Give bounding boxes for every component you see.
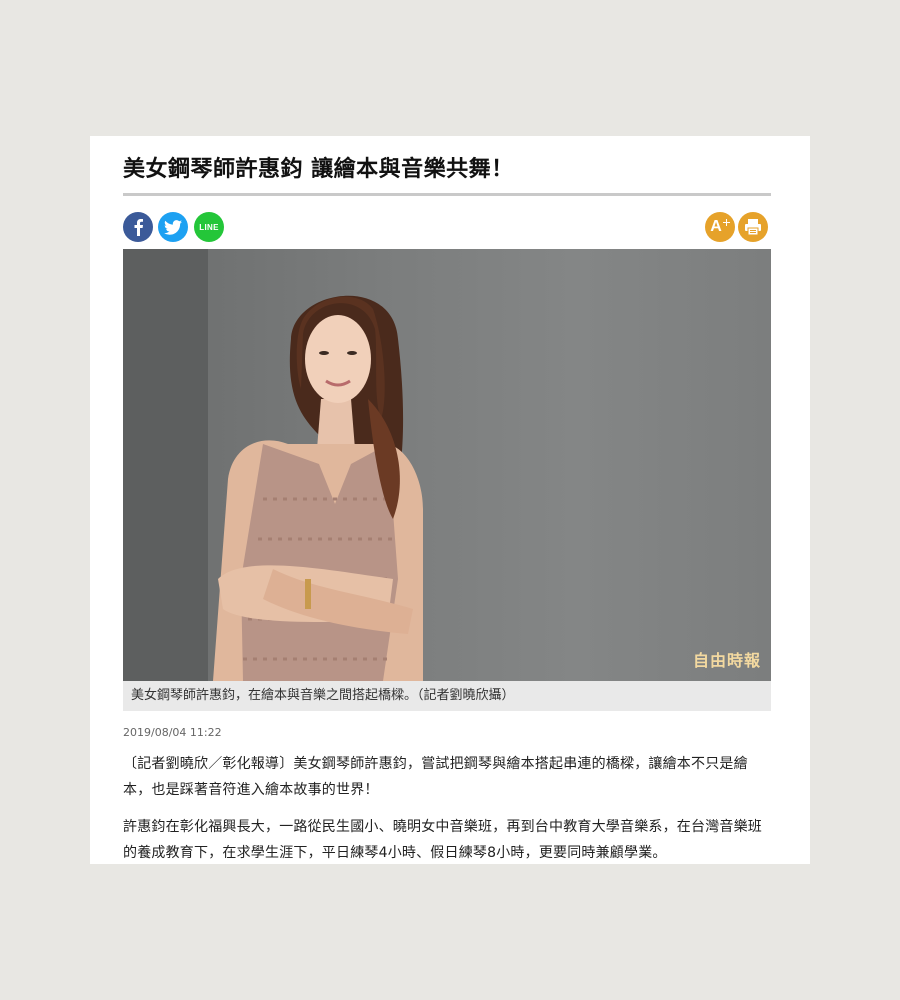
- plus-icon: [722, 219, 730, 226]
- facebook-icon: [134, 219, 143, 236]
- twitter-icon: [164, 219, 182, 235]
- article-photo: 自由時報: [123, 249, 771, 681]
- font-size-button[interactable]: A: [705, 212, 735, 242]
- newspaper-watermark: 自由時報: [692, 651, 761, 670]
- title-divider: [123, 193, 771, 196]
- woman-portrait-illustration: [123, 249, 423, 681]
- article-paragraph-2: 許惠鈞在彰化福興長大，一路從民生國小、曉明女中音樂班，再到台中教育大學音樂系，在…: [123, 819, 762, 861]
- facebook-share-button[interactable]: [123, 212, 153, 242]
- twitter-share-button[interactable]: [158, 212, 188, 242]
- line-share-button[interactable]: LINE: [194, 212, 224, 242]
- line-label: LINE: [199, 222, 219, 232]
- article-title: 美女鋼琴師許惠鈞 讓繪本與音樂共舞！: [123, 157, 514, 182]
- article-paragraph-1: 〔記者劉曉欣／彰化報導〕美女鋼琴師許惠鈞，嘗試把鋼琴與繪本搭起串連的橋樑，讓繪本…: [123, 756, 748, 798]
- print-icon: [745, 219, 761, 236]
- publish-date: 2019/08/04 11:22: [123, 726, 222, 739]
- print-button[interactable]: [738, 212, 768, 242]
- font-size-label: A: [710, 218, 722, 235]
- article-card: 美女鋼琴師許惠鈞 讓繪本與音樂共舞！ LINE A 自由時報 美女鋼琴師許惠鈞，…: [90, 136, 810, 864]
- photo-caption: 美女鋼琴師許惠鈞，在繪本與音樂之間搭起橋樑。（記者劉曉欣攝）: [123, 681, 771, 711]
